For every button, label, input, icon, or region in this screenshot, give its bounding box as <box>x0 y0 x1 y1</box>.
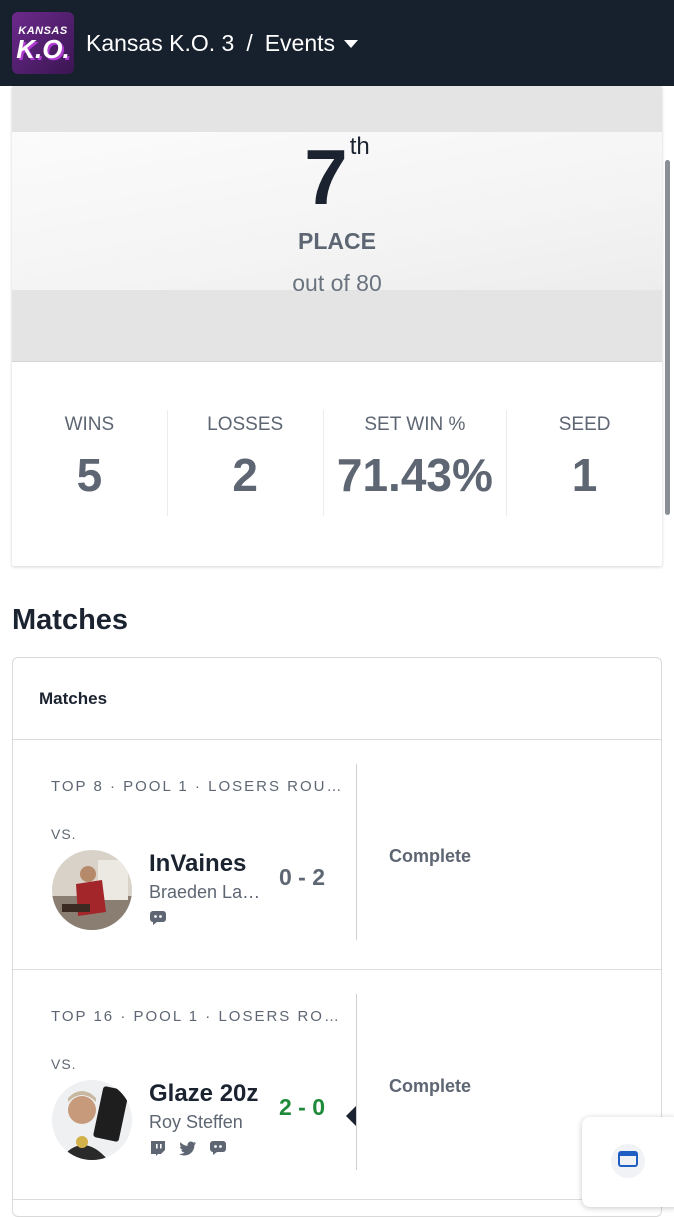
scrollbar[interactable] <box>665 160 670 515</box>
match-round: TOP 16 · POOL 1 · LOSERS ROUND 2 <box>51 1008 351 1025</box>
breadcrumb-event-link[interactable]: Kansas K.O. 3 <box>86 30 234 57</box>
placement-rank: 7th <box>12 133 662 221</box>
logo-main-text: K.O. <box>16 34 70 64</box>
versus-label: VS. <box>51 1056 77 1072</box>
stat-value: 1 <box>571 449 598 501</box>
match-divider <box>356 764 357 940</box>
opponent-gamertag[interactable]: InVaines <box>149 850 246 878</box>
placement-ordinal: th <box>349 133 370 160</box>
match-score: 0 - 2 <box>279 864 326 890</box>
placement-card: 7th PLACE out of 80 WINS 5 LOSSES 2 SET … <box>12 86 662 566</box>
match-row[interactable]: TOP 8 · POOL 1 · LOSERS ROUND 3 VS. InVa… <box>13 740 661 970</box>
stats-row: WINS 5 LOSSES 2 SET WIN % 71.43% SEED 1 <box>12 410 662 516</box>
opponent-avatar[interactable] <box>52 850 132 930</box>
tournament-logo[interactable]: KANSAS K.O. <box>12 12 74 74</box>
stat-label: LOSSES <box>207 414 284 435</box>
stat-seed: SEED 1 <box>507 410 662 516</box>
breadcrumb: Kansas K.O. 3 / Events <box>86 29 359 57</box>
opponent-real-name: Braeden Lawrence <box>149 882 261 902</box>
match-details: TOP 8 · POOL 1 · LOSERS ROUND 3 VS. InVa… <box>13 740 357 970</box>
placement-total: out of 80 <box>292 270 382 296</box>
match-round: TOP 8 · POOL 1 · LOSERS ROUND 3 <box>51 778 351 795</box>
placement-banner-top <box>12 86 662 132</box>
social-links <box>149 910 167 926</box>
stat-label: SEED <box>558 414 611 435</box>
breadcrumb-separator: / <box>246 29 253 56</box>
match-score: 2 - 0 <box>279 1094 326 1120</box>
stat-label: WINS <box>64 414 115 435</box>
placement-number: 7 <box>304 133 348 221</box>
matches-card-title: Matches <box>13 658 661 740</box>
match-details: TOP 16 · POOL 1 · LOSERS ROUND 2 VS. Gla… <box>13 970 357 1200</box>
match-divider <box>356 994 357 1170</box>
match-status: Complete <box>389 846 472 866</box>
floating-widget <box>582 1117 674 1207</box>
discord-icon[interactable] <box>149 910 167 926</box>
match-row[interactable]: TOP 16 · POOL 1 · LOSERS ROUND 2 VS. Gla… <box>13 970 661 1200</box>
placement-banner-bottom <box>12 290 662 362</box>
top-navigation-bar: KANSAS K.O. Kansas K.O. 3 / Events <box>0 0 674 86</box>
opponent-avatar[interactable] <box>52 1080 132 1160</box>
win-indicator-icon <box>346 1106 356 1126</box>
stat-set-win-percent: SET WIN % 71.43% <box>324 410 508 516</box>
stat-value: 71.43% <box>336 449 493 501</box>
twitter-icon[interactable] <box>179 1140 197 1156</box>
matches-section-title: Matches <box>12 604 129 636</box>
placement-label: PLACE <box>298 228 376 254</box>
breadcrumb-events-dropdown[interactable]: Events <box>265 30 335 57</box>
discord-icon[interactable] <box>209 1140 227 1156</box>
match-status: Complete <box>389 1076 472 1096</box>
opponent-gamertag[interactable]: Glaze 20z <box>149 1080 258 1108</box>
window-button[interactable] <box>611 1144 645 1178</box>
stat-label: SET WIN % <box>364 414 466 435</box>
social-links <box>149 1140 227 1156</box>
stat-wins: WINS 5 <box>12 410 168 516</box>
window-icon <box>618 1150 638 1173</box>
twitch-icon[interactable] <box>149 1140 167 1156</box>
matches-card: Matches TOP 8 · POOL 1 · LOSERS ROUND 3 … <box>12 657 662 1217</box>
stat-losses: LOSSES 2 <box>168 410 324 516</box>
versus-label: VS. <box>51 826 77 842</box>
chevron-down-icon[interactable] <box>344 40 359 48</box>
stat-value: 5 <box>76 449 103 501</box>
stat-value: 2 <box>232 449 258 501</box>
opponent-real-name: Roy Steffen <box>149 1112 243 1132</box>
